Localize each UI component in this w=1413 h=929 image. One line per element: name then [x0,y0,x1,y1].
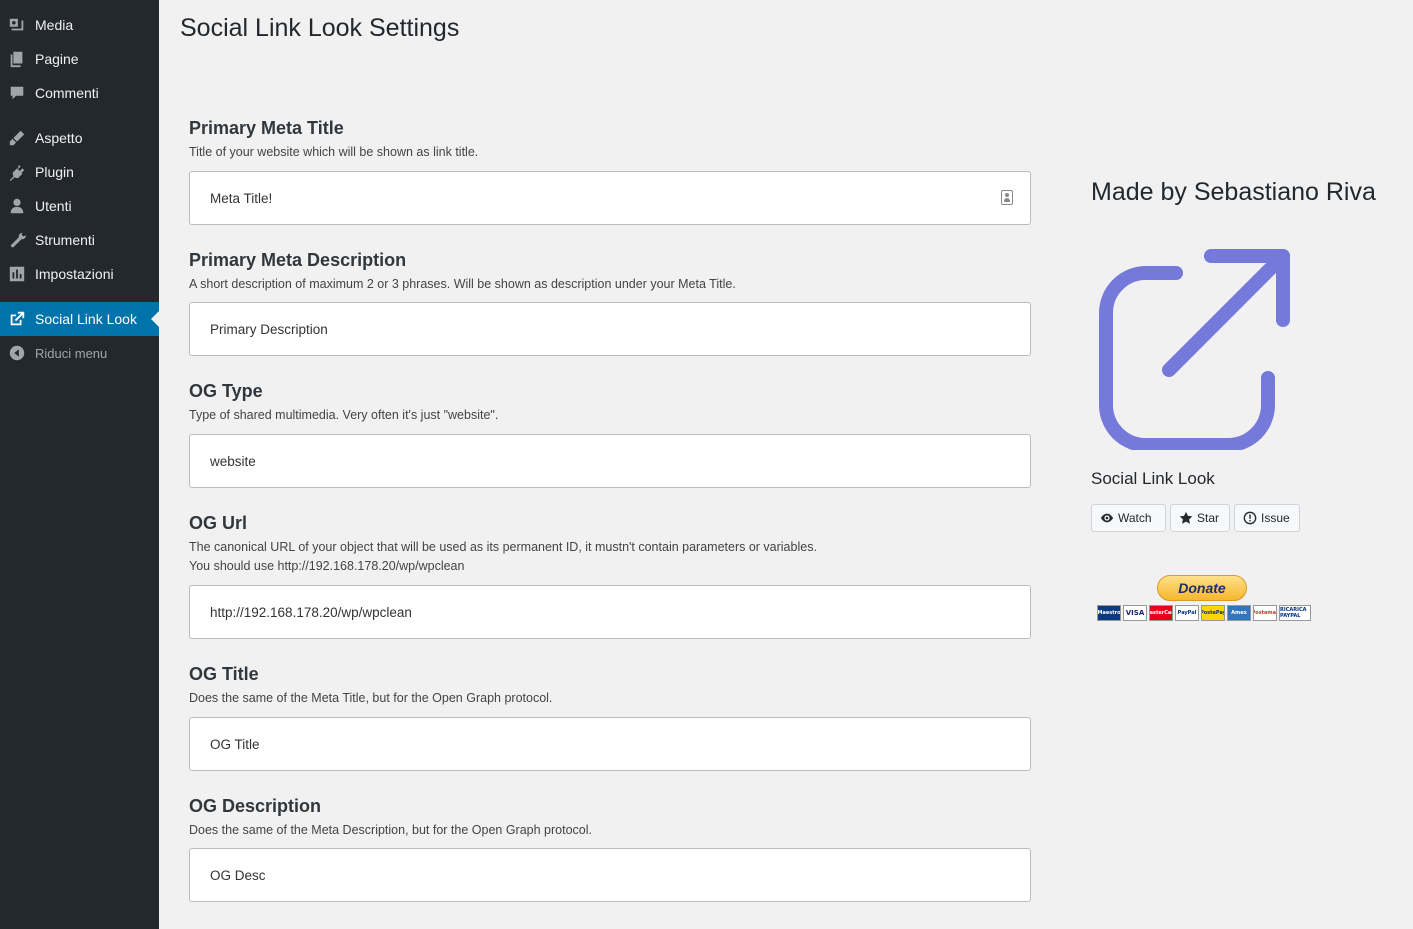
field-og-url: OG Url The canonical URL of your object … [189,512,1031,639]
primary-meta-description-input[interactable] [189,302,1031,356]
watch-label: Watch [1118,511,1152,525]
collapse-icon [7,343,27,363]
sidebar-item-media[interactable]: Media [0,8,159,42]
github-star-button[interactable]: Star [1170,504,1230,532]
github-watch-button[interactable]: Watch [1091,504,1166,532]
issue-icon [1243,511,1257,525]
issue-label: Issue [1261,511,1290,525]
sidebar-item-plugin[interactable]: Plugin [0,155,159,189]
field-description: Type of shared multimedia. Very often it… [189,408,499,422]
plugin-icon [7,162,27,182]
tools-icon [7,230,27,250]
sidebar-item-label: Plugin [35,164,74,180]
og-url-input[interactable] [189,585,1031,639]
field-primary-meta-title: Primary Meta Title Title of your website… [189,117,1031,225]
card-logo: PayPal [1175,605,1199,621]
page-title: Social Link Look Settings [180,14,460,42]
card-logo: Maestro [1097,605,1121,621]
primary-meta-title-input[interactable] [189,171,1031,225]
sidebar-item-label: Riduci menu [35,345,108,361]
star-label: Star [1197,511,1220,525]
field-description: Does the same of the Meta Title, but for… [189,691,553,705]
field-label: Primary Meta Description [189,250,407,270]
field-label: OG Type [189,381,263,401]
admin-sidebar: Media Pagine Commenti Aspetto Plugin Ute… [0,0,159,929]
field-description: The canonical URL of your object that wi… [189,540,817,554]
card-logo: MasterCard [1149,605,1173,621]
card-logo: PostePay [1201,605,1225,621]
sidebar-item-label: Impostazioni [35,266,114,282]
sidebar-item-social-link-look[interactable]: Social Link Look [0,302,159,336]
og-title-input[interactable] [189,717,1031,771]
comments-icon [7,83,27,103]
github-issue-button[interactable]: Issue [1234,504,1300,532]
sidebar-item-label: Social Link Look [35,311,137,327]
sidebar-item-users[interactable]: Utenti [0,189,159,223]
og-description-input[interactable] [189,848,1031,902]
external-link-icon [1099,249,1290,450]
sidebar-item-label: Pagine [35,51,79,67]
repo-name: Social Link Look [1091,469,1215,488]
card-logo: VISA [1123,605,1147,621]
field-label: OG Url [189,513,248,533]
settings-icon [7,264,27,284]
star-icon [1179,511,1193,524]
og-type-input[interactable] [189,434,1031,488]
field-primary-meta-description: Primary Meta Description A short descrip… [189,249,1031,356]
input-wrapper [189,171,1031,225]
card-logo: Amex [1227,605,1251,621]
collapse-menu-button[interactable]: Riduci menu [0,336,159,370]
field-label: OG Title [189,664,259,684]
sidebar-item-label: Media [35,17,74,33]
field-description: A short description of maximum 2 or 3 ph… [189,277,736,291]
field-og-description: OG Description Does the same of the Meta… [189,795,1031,902]
external-link-icon [7,309,27,329]
sidebar-item-label: Aspetto [35,130,83,146]
sidebar-item-appearance[interactable]: Aspetto [0,121,159,155]
card-logo: RICARICA PAYPAL [1279,605,1311,621]
field-label: OG Description [189,796,322,816]
sidebar-item-settings[interactable]: Impostazioni [0,257,159,291]
pages-icon [7,49,27,69]
sidebar-item-comments[interactable]: Commenti [0,76,159,110]
author-heading: Made by Sebastiano Riva [1091,178,1376,206]
field-description: Title of your website which will be show… [189,145,479,159]
paypal-donate-button[interactable]: Donate [1157,575,1247,601]
field-og-type: OG Type Type of shared multimedia. Very … [189,380,1031,488]
contact-card-icon[interactable] [1001,190,1013,205]
users-icon [7,196,27,216]
sidebar-item-tools[interactable]: Strumenti [0,223,159,257]
field-og-title: OG Title Does the same of the Meta Title… [189,663,1031,771]
sidebar-item-label: Commenti [35,85,99,101]
appearance-icon [7,128,27,148]
field-description-hint: You should use http://192.168.178.20/wp/… [189,559,465,573]
sidebar-item-label: Utenti [35,198,72,214]
payment-cards: Maestro VISA MasterCard PayPal PostePay … [1097,605,1311,621]
sidebar-item-label: Strumenti [35,232,95,248]
field-description: Does the same of the Meta Description, b… [189,823,592,837]
media-icon [7,15,27,35]
card-logo: Postamat [1253,605,1277,621]
sidebar-item-pages[interactable]: Pagine [0,42,159,76]
field-label: Primary Meta Title [189,118,344,138]
eye-icon [1100,513,1114,523]
